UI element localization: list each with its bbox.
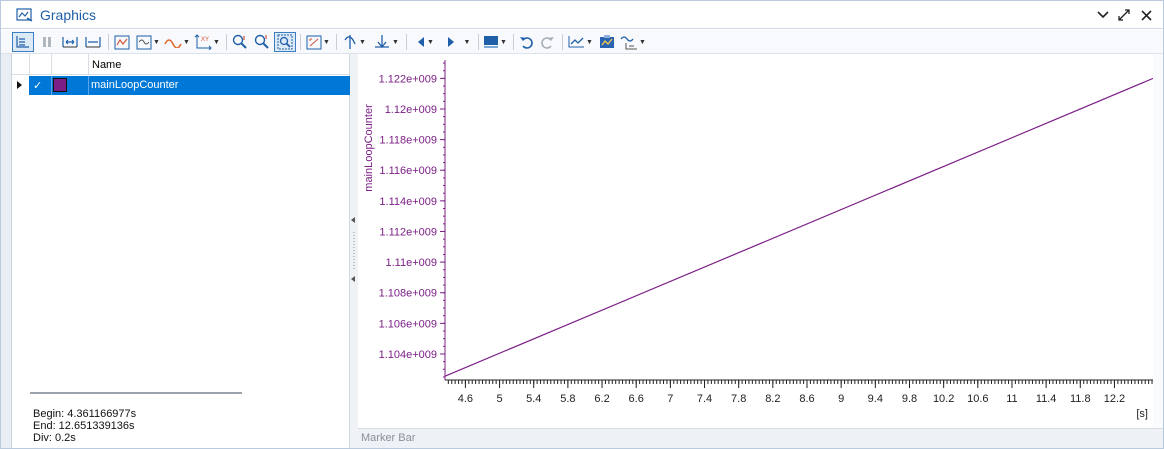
x-tick-label: 7.8 bbox=[731, 393, 746, 405]
y-tick-label: 1.12e+009 bbox=[385, 104, 437, 116]
begin-time: Begin: 4.361166977s bbox=[33, 408, 137, 420]
zoom-select-icon[interactable] bbox=[274, 32, 296, 52]
x-tick-label: 6.6 bbox=[629, 393, 644, 405]
row-expand-icon[interactable] bbox=[17, 81, 22, 89]
x-tick-label: 10.6 bbox=[967, 393, 988, 405]
range-info: Begin: 4.361166977s End: 12.651339136s D… bbox=[33, 408, 136, 444]
redo-icon[interactable] bbox=[539, 32, 557, 52]
signal-visible-checkbox[interactable]: ✓ bbox=[33, 79, 42, 92]
x-tick-label: 7 bbox=[667, 393, 673, 405]
marker-bar-label: Marker Bar bbox=[361, 432, 416, 444]
column-header-name[interactable]: Name bbox=[92, 59, 121, 71]
chart-type-icon[interactable]: ▼ bbox=[566, 32, 594, 52]
expand-icon[interactable] bbox=[1115, 5, 1133, 25]
division: Div: 0.2s bbox=[33, 432, 76, 444]
signal-color-swatch[interactable] bbox=[53, 78, 67, 92]
signal-grid-header: Name bbox=[12, 54, 350, 75]
y-tick-label: 1.106e+009 bbox=[379, 318, 437, 330]
x-tick-label: 11.8 bbox=[1070, 393, 1091, 405]
signal-row[interactable]: ✓ mainLoopCounter bbox=[29, 76, 350, 95]
y-axis: 1.104e+009 1.106e+009 1.108e+009 1.11e+009 1… bbox=[379, 60, 446, 380]
next-icon[interactable]: ▼ bbox=[443, 32, 473, 52]
close-icon[interactable] bbox=[1137, 5, 1155, 25]
y-tick-label: 1.108e+009 bbox=[379, 288, 437, 300]
chart-area[interactable]: mainLoopCounter 1.104e+009 1.106e+009 1.10… bbox=[358, 54, 1163, 428]
x-axis-unit: [s] bbox=[1136, 408, 1148, 420]
y-tick-label: 1.118e+009 bbox=[379, 135, 437, 147]
x-tick-label: 9.8 bbox=[902, 393, 917, 405]
y-tick-label: 1.11e+009 bbox=[386, 257, 438, 269]
x-tick-label: 5.8 bbox=[560, 393, 575, 405]
auto-scale-icon[interactable] bbox=[112, 32, 132, 52]
x-tick-label: 4.6 bbox=[458, 393, 473, 405]
x-tick-label: 6.2 bbox=[594, 393, 609, 405]
graphics-window-icon bbox=[16, 8, 33, 22]
export-icon[interactable] bbox=[597, 32, 617, 52]
line-chart[interactable]: mainLoopCounter 1.104e+0091.106e+0091.10… bbox=[358, 54, 1154, 428]
graphics-window: Graphics ▼ ▼ XY ▼ ▼ ▼ ▼ ▼ ▼ ▼ ▼ ▼ Name ✓… bbox=[0, 0, 1164, 449]
x-tick-label: 12.2 bbox=[1104, 393, 1125, 405]
signal-style-icon[interactable]: ▼ bbox=[135, 32, 161, 52]
collapse-left-icon[interactable] bbox=[351, 217, 355, 223]
zoom-in-icon[interactable] bbox=[230, 32, 250, 52]
measure-icon[interactable]: ▼ bbox=[619, 32, 647, 52]
x-tick-label: 11 bbox=[1006, 393, 1017, 405]
chart-scroll-edge bbox=[1153, 54, 1163, 428]
y-tick-label: 1.104e+009 bbox=[379, 349, 437, 361]
collapse-left-icon-2[interactable] bbox=[351, 276, 355, 282]
y-axis-label-group: mainLoopCounter bbox=[363, 104, 375, 192]
fit-x-icon[interactable] bbox=[83, 32, 103, 52]
y-tick-label: 1.122e+009 bbox=[379, 73, 437, 85]
curve-icon[interactable]: ▼ bbox=[164, 32, 190, 52]
signal-panel: Name ✓ mainLoopCounter Begin: 4.36116697… bbox=[12, 54, 350, 448]
zoom-x-icon[interactable] bbox=[60, 32, 80, 52]
undo-icon[interactable] bbox=[517, 32, 535, 52]
x-axis: 4.6 5 5.4 5.8 6.2 6.6 7 7.4 7.8 8.2 8.6 9 9.4 9.8 10.2… bbox=[445, 379, 1153, 405]
toolbar: ▼ ▼ XY ▼ ▼ ▼ ▼ ▼ ▼ ▼ ▼ ▼ bbox=[1, 30, 1163, 54]
previous-icon[interactable]: ▼ bbox=[411, 32, 439, 52]
splitter[interactable] bbox=[350, 54, 358, 448]
end-time: End: 12.651339136s bbox=[33, 420, 135, 432]
x-tick-label: 9 bbox=[838, 393, 844, 405]
pause-icon[interactable] bbox=[39, 32, 55, 52]
fit-all-icon[interactable]: ▼ bbox=[304, 32, 332, 52]
cursor-icon[interactable]: ▼ bbox=[340, 32, 368, 52]
svg-text:XY: XY bbox=[201, 37, 209, 43]
signal-name: mainLoopCounter bbox=[91, 79, 179, 91]
splitter-grip[interactable] bbox=[353, 232, 355, 270]
x-tick-label: 10.2 bbox=[933, 393, 954, 405]
layout-icon[interactable]: ▼ bbox=[481, 32, 509, 52]
x-tick-label: 7.4 bbox=[697, 393, 712, 405]
chevron-down-icon[interactable] bbox=[1094, 5, 1112, 25]
y-axis-label: mainLoopCounter bbox=[363, 104, 375, 192]
dock-strip bbox=[1, 54, 12, 448]
x-tick-label: 5 bbox=[496, 393, 502, 405]
signals-table-icon[interactable] bbox=[12, 32, 34, 52]
y-tick-label: 1.114e+009 bbox=[379, 196, 437, 208]
x-tick-label: 5.4 bbox=[526, 393, 541, 405]
x-tick-label: 9.4 bbox=[868, 393, 883, 405]
x-tick-label: 8.2 bbox=[765, 393, 780, 405]
marker-bar[interactable]: Marker Bar bbox=[358, 428, 1163, 448]
zoom-out-icon[interactable] bbox=[252, 32, 272, 52]
y-tick-label: 1.112e+009 bbox=[379, 226, 437, 238]
x-tick-label: 11.4 bbox=[1036, 393, 1057, 405]
marker-icon[interactable]: ▼ bbox=[371, 32, 401, 52]
y-tick-label: 1.116e+009 bbox=[379, 165, 437, 177]
panel-divider[interactable] bbox=[30, 392, 242, 394]
title-bar: Graphics bbox=[1, 1, 1163, 29]
axis-settings-icon[interactable]: XY ▼ bbox=[193, 32, 221, 52]
x-tick-label: 8.6 bbox=[799, 393, 814, 405]
window-title: Graphics bbox=[40, 7, 97, 23]
series-group bbox=[444, 77, 1154, 377]
series-line-mainLoopCounter bbox=[444, 77, 1154, 377]
